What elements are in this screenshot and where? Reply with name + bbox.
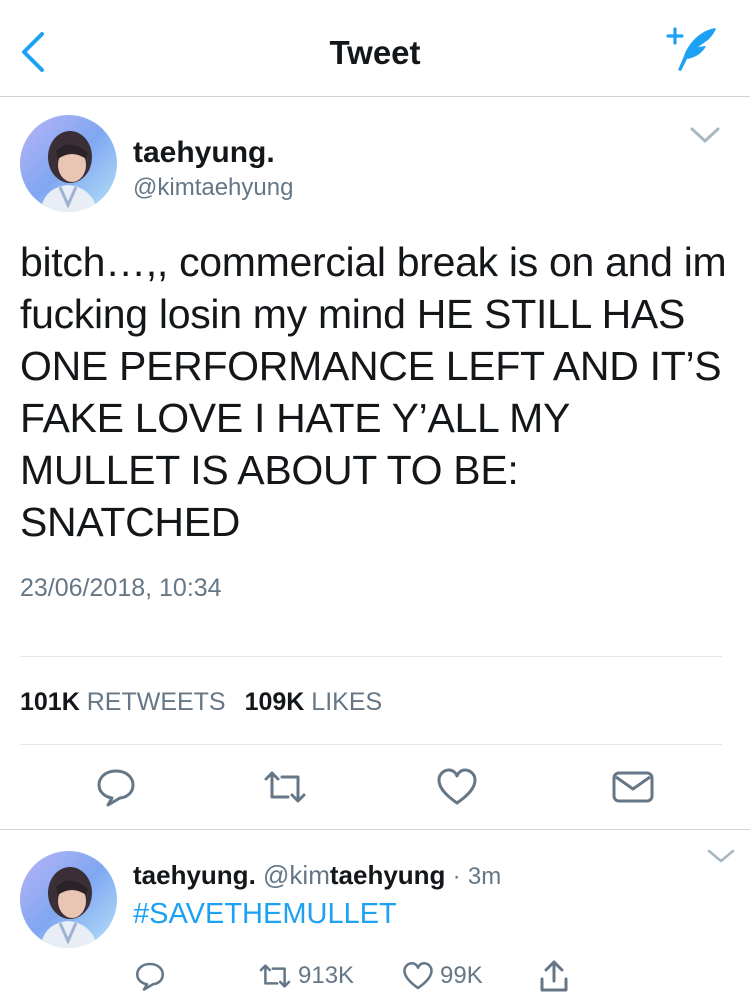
avatar[interactable] <box>20 115 117 212</box>
separator-dot: · <box>452 863 461 890</box>
reply-share-button[interactable] <box>538 958 570 994</box>
avatar[interactable] <box>20 851 117 948</box>
tweet-text: bitch…,, commercial break is on and im f… <box>20 239 727 545</box>
reply-header: taehyung. @kimtaehyung · 3m <box>133 860 501 891</box>
compose-feather-icon[interactable] <box>664 22 720 78</box>
reply-time: 3m <box>467 863 502 890</box>
chevron-down-icon[interactable] <box>688 124 722 146</box>
author-name[interactable]: taehyung. <box>133 136 275 170</box>
reply-retweet-count: 913K <box>298 962 355 989</box>
divider <box>20 744 722 745</box>
retweet-count[interactable]: 101K <box>20 688 80 716</box>
handle-highlight: taehyung <box>329 860 446 890</box>
like-icon[interactable] <box>436 767 478 807</box>
reply-reply-button[interactable] <box>135 958 165 994</box>
message-icon[interactable] <box>611 767 655 807</box>
share-icon <box>540 960 568 992</box>
author-handle[interactable]: @kimtaehyung <box>133 174 293 202</box>
handle-prefix: @kim <box>263 860 330 890</box>
likes-label[interactable]: LIKES <box>311 688 382 716</box>
reply-icon[interactable] <box>96 767 136 807</box>
reply-like-count: 99K <box>440 962 483 989</box>
navigation-bar: Tweet <box>0 0 750 97</box>
retweets-label[interactable]: RETWEETS <box>87 688 226 716</box>
divider <box>0 829 750 830</box>
reply-icon <box>135 962 165 991</box>
reply-hashtag[interactable]: #SAVETHEMULLET <box>133 898 397 931</box>
reply-like-button[interactable]: 99K <box>402 958 483 994</box>
reply-author-name[interactable]: taehyung. <box>133 860 256 890</box>
tweet-timestamp: 23/06/2018, 10:34 <box>20 574 222 602</box>
chevron-down-icon[interactable] <box>706 847 736 865</box>
page-title: Tweet <box>329 34 421 71</box>
retweet-icon[interactable] <box>262 767 308 807</box>
divider <box>20 656 722 657</box>
like-count[interactable]: 109K <box>245 688 305 716</box>
reply-retweet-button[interactable]: 913K <box>258 958 354 994</box>
reply-author-handle[interactable]: @kimtaehyung <box>263 860 445 890</box>
tweet-stats: 101K RETWEETS 109K LIKES <box>20 688 394 717</box>
like-icon <box>403 961 433 990</box>
retweet-icon <box>259 964 291 988</box>
